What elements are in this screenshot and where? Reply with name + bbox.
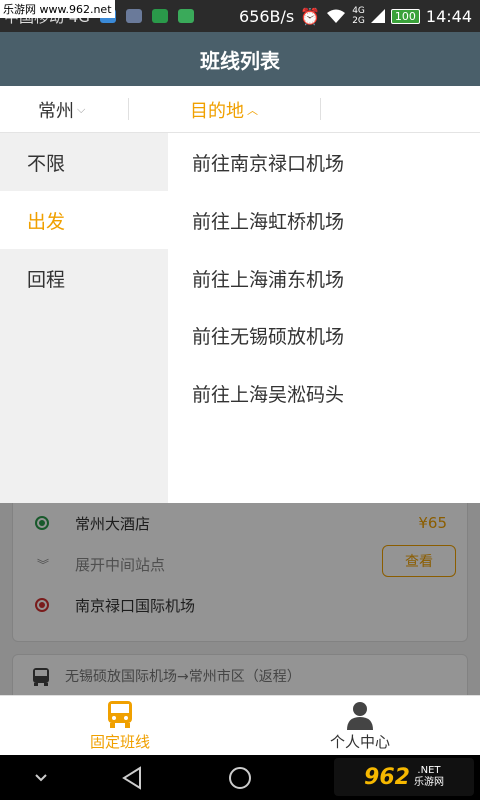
destination-item[interactable]: 前往无锡硕放机场 xyxy=(192,306,344,364)
direction-item-return[interactable]: 回程 xyxy=(0,249,168,307)
alarm-icon: ⏰ xyxy=(300,6,321,26)
bus-icon xyxy=(108,701,132,728)
status-bar: 中国移动 4G 乐游网 www.962.net 656B/s ⏰ 4G 2G 1… xyxy=(0,0,480,32)
clock: 14:44 xyxy=(425,6,472,26)
android-icon xyxy=(151,9,168,23)
destination-item[interactable]: 前往上海吴淞码头 xyxy=(192,364,344,422)
destination-filter-label: 目的地 xyxy=(190,100,244,122)
tab-divider xyxy=(320,98,321,120)
direction-item-all[interactable]: 不限 xyxy=(0,133,168,191)
battery-icon: 100 xyxy=(390,8,420,24)
watermark-number: 962 xyxy=(364,764,410,790)
filter-bar: 常州 ⌵ 目的地 ︿ xyxy=(0,86,480,133)
nav-fixed-routes-label: 固定班线 xyxy=(89,733,150,751)
user-icon xyxy=(347,702,373,730)
direction-item-depart[interactable]: 出发 xyxy=(0,191,168,249)
home-icon[interactable] xyxy=(225,763,255,793)
destination-item[interactable]: 前往上海浦东机场 xyxy=(192,249,344,307)
chevron-up-icon: ︿ xyxy=(247,103,258,117)
nav-fixed-routes[interactable]: 固定班线 xyxy=(0,696,240,756)
nav-personal-center-label: 个人中心 xyxy=(329,733,390,751)
destination-dropdown: 不限 出发 回程 前往南京禄口机场 前往上海虹桥机场 前往上海浦东机场 前往无锡… xyxy=(0,133,480,503)
title-bar: 班线列表 xyxy=(0,32,480,86)
wifi-icon xyxy=(327,9,346,23)
bottom-nav: 固定班线 个人中心 xyxy=(0,695,480,755)
network-indicator: 4G 2G xyxy=(352,6,365,26)
page-title: 班线列表 xyxy=(200,48,280,73)
destination-item[interactable]: 前往上海虹桥机场 xyxy=(192,191,344,249)
status-right: 656B/s ⏰ 4G 2G 100 14:44 xyxy=(239,0,472,32)
watermark-logo: 962 .NET 乐游网 xyxy=(334,758,474,796)
speed-label: 656B/s xyxy=(239,6,295,26)
watermark-text: .NET 乐游网 xyxy=(413,765,444,788)
destination-item[interactable]: 前往南京禄口机场 xyxy=(192,133,344,191)
chat-icon xyxy=(177,9,194,23)
city-filter-tab[interactable]: 常州 ⌵ xyxy=(38,86,85,133)
tab-divider xyxy=(128,98,129,120)
destination-filter-tab[interactable]: 目的地 ︿ xyxy=(190,86,258,133)
hide-keyboard-icon[interactable] xyxy=(26,763,56,793)
notification-icon xyxy=(125,9,142,23)
back-icon[interactable] xyxy=(118,763,148,793)
city-filter-label: 常州 xyxy=(38,100,74,122)
signal-icon xyxy=(370,9,385,23)
chevron-down-icon: ⌵ xyxy=(77,102,86,116)
destination-list: 前往南京禄口机场 前往上海虹桥机场 前往上海浦东机场 前往无锡硕放机场 前往上海… xyxy=(168,133,480,503)
watermark-label: 乐游网 www.962.net xyxy=(0,0,115,18)
direction-list: 不限 出发 回程 xyxy=(0,133,168,503)
nav-personal-center[interactable]: 个人中心 xyxy=(240,696,480,756)
